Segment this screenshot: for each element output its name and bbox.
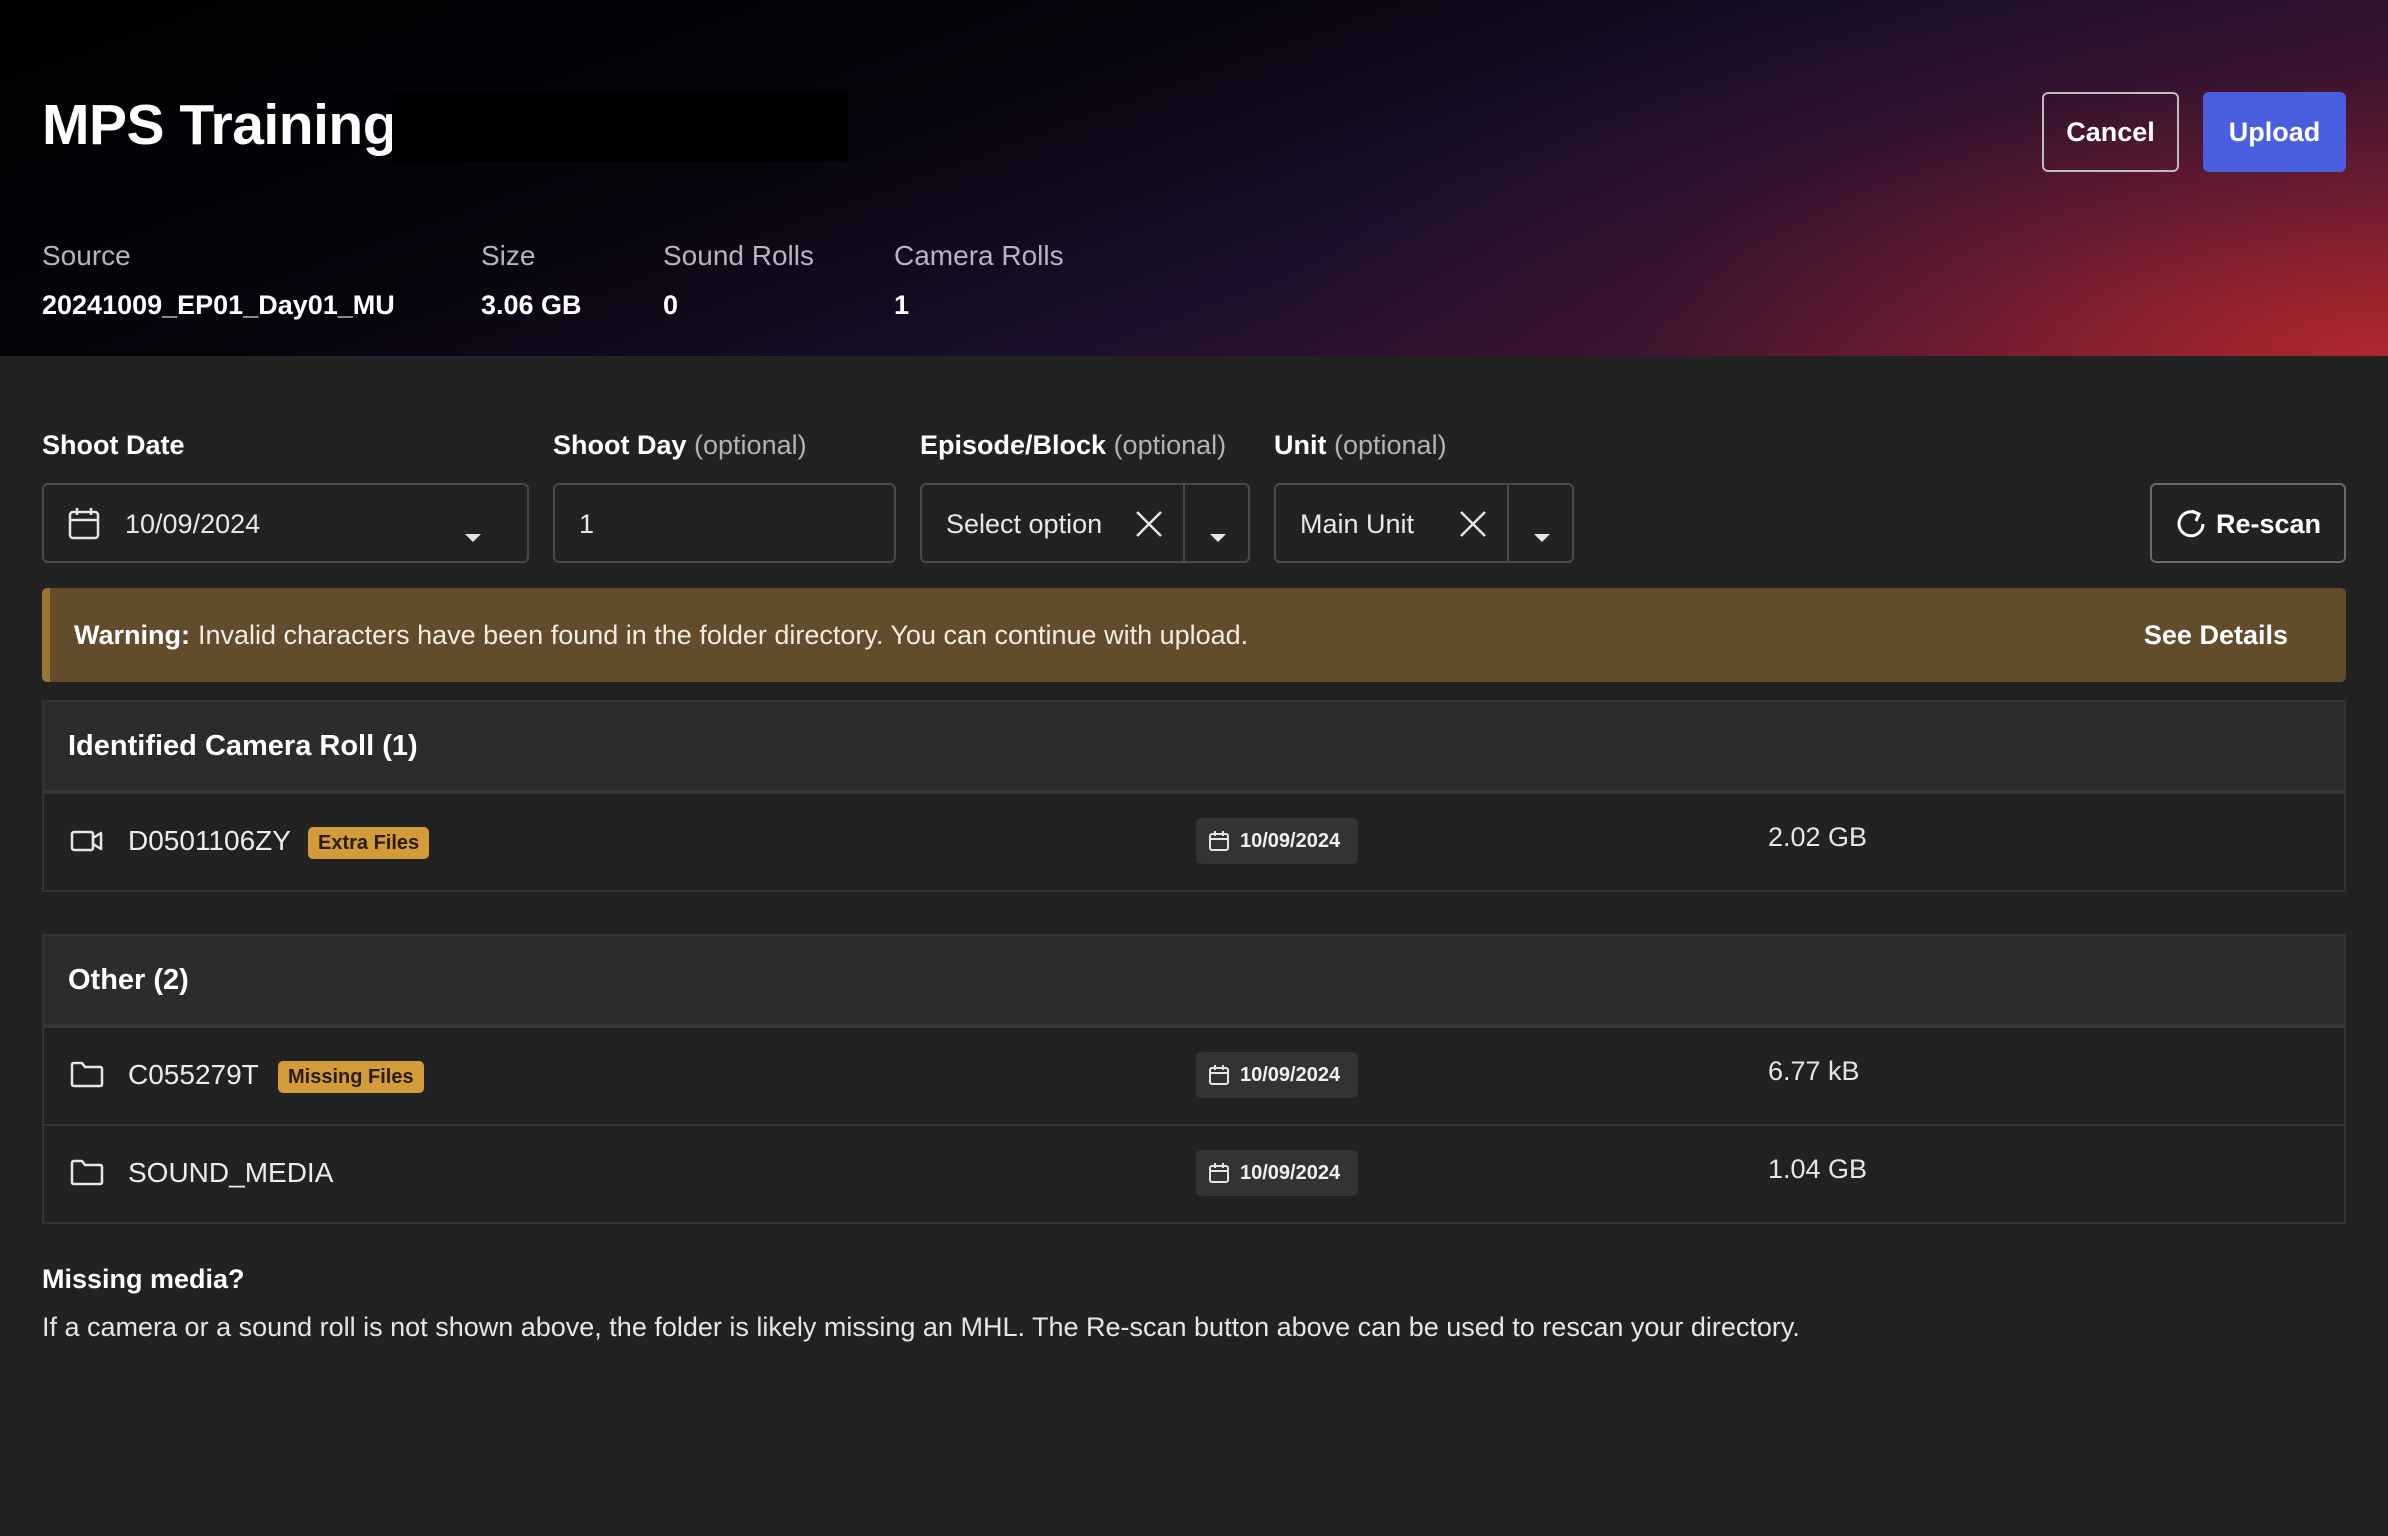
shoot-date-picker[interactable]: 10/09/2024 <box>42 483 529 563</box>
date-value: 10/09/2024 <box>1240 829 1341 852</box>
rescan-button[interactable]: Re-scan <box>2150 483 2346 563</box>
see-details-link[interactable]: See Details <box>2144 620 2288 651</box>
episode-select[interactable]: Select option <box>920 483 1250 563</box>
header-banner: MPS Training Cancel Upload Source 202410… <box>0 0 2388 356</box>
shoot-day-input[interactable]: 1 <box>553 483 896 563</box>
folder-icon <box>70 1158 104 1191</box>
status-badge: Extra Files <box>308 827 430 859</box>
unit-select-value: Main Unit <box>1300 509 1415 539</box>
other-panel: Other (2) C055279T Missing Files 10/09/2… <box>42 934 2346 1224</box>
episode-optional: (optional) <box>1113 430 1227 460</box>
rescan-label: Re-scan <box>2216 509 2322 539</box>
camera-roll-panel: Identified Camera Roll (1) D0501106ZY Ex… <box>42 700 2346 892</box>
select-divider <box>1507 485 1509 561</box>
date-value: 10/09/2024 <box>1240 1063 1341 1086</box>
page-title: MPS Training <box>42 93 398 157</box>
item-name: SOUND_MEDIA <box>128 1157 334 1188</box>
unit-label: Unit (optional) <box>1274 430 1447 461</box>
file-size: 2.02 GB <box>1768 822 1868 852</box>
clear-unit-icon[interactable] <box>1458 509 1488 546</box>
date-value: 10/09/2024 <box>1240 1161 1341 1184</box>
redacted-block <box>392 92 848 162</box>
shoot-day-value: 1 <box>579 509 595 539</box>
meta-camera-rolls-label: Camera Rolls <box>894 240 1064 271</box>
shoot-date-label-text: Shoot Date <box>42 430 185 460</box>
meta-camera-rolls-value: 1 <box>894 290 910 320</box>
file-size: 6.77 kB <box>1768 1056 1860 1086</box>
chevron-down-icon[interactable] <box>1533 519 1551 550</box>
meta-size-label: Size <box>481 240 536 271</box>
date-chip: 10/09/2024 <box>1196 1150 1359 1196</box>
calendar-icon <box>1209 831 1229 851</box>
item-name: C055279T <box>128 1059 259 1090</box>
camera-roll-heading: Identified Camera Roll (1) <box>44 702 2344 792</box>
meta-sound-rolls-value: 0 <box>663 290 679 320</box>
warning-banner: Warning: Invalid characters have been fo… <box>42 588 2346 682</box>
shoot-date-label: Shoot Date <box>42 430 185 461</box>
shoot-day-label: Shoot Day (optional) <box>553 430 807 461</box>
shoot-day-optional: (optional) <box>694 430 807 460</box>
meta-sound-rolls: Sound Rolls 0 <box>663 240 814 321</box>
episode-select-value: Select option <box>946 509 1103 539</box>
meta-size: Size 3.06 GB <box>481 240 582 321</box>
item-name: D0501106ZY <box>128 825 291 856</box>
file-size: 1.04 GB <box>1768 1154 1868 1184</box>
unit-select[interactable]: Main Unit <box>1274 483 1574 563</box>
list-item[interactable]: SOUND_MEDIA 10/09/2024 1.04 GB <box>44 1124 2344 1222</box>
cancel-button[interactable]: Cancel <box>2042 92 2179 172</box>
meta-source-label: Source <box>42 240 131 271</box>
missing-media-heading: Missing media? <box>42 1264 245 1294</box>
episode-label: Episode/Block (optional) <box>920 430 1226 461</box>
calendar-icon <box>68 507 100 548</box>
refresh-icon <box>2174 507 2208 548</box>
unit-optional: (optional) <box>1334 430 1447 460</box>
chevron-down-icon[interactable] <box>1209 519 1227 550</box>
upload-button[interactable]: Upload <box>2203 92 2346 172</box>
shoot-date-value: 10/09/2024 <box>125 509 261 539</box>
meta-camera-rolls: Camera Rolls 1 <box>894 240 1064 321</box>
meta-size-value: 3.06 GB <box>481 290 582 320</box>
chevron-down-icon[interactable] <box>464 519 482 550</box>
missing-media-text: If a camera or a sound roll is not shown… <box>42 1312 1800 1342</box>
clear-episode-icon[interactable] <box>1134 509 1164 546</box>
status-badge: Missing Files <box>278 1061 424 1093</box>
calendar-icon <box>1209 1065 1229 1085</box>
unit-label-text: Unit <box>1274 430 1327 460</box>
shoot-day-label-text: Shoot Day <box>553 430 687 460</box>
meta-sound-rolls-label: Sound Rolls <box>663 240 814 271</box>
folder-icon <box>70 1060 104 1093</box>
meta-source-value: 20241009_EP01_Day01_MU <box>42 290 395 320</box>
warning-label: Warning: <box>74 619 190 650</box>
list-item[interactable]: D0501106ZY Extra Files 10/09/2024 2.02 G… <box>44 792 2344 890</box>
select-divider <box>1183 485 1185 561</box>
meta-source: Source 20241009_EP01_Day01_MU <box>42 240 395 321</box>
date-chip: 10/09/2024 <box>1196 818 1359 864</box>
warning-text: Invalid characters have been found in th… <box>197 619 1249 650</box>
other-heading: Other (2) <box>44 936 2344 1026</box>
video-camera-icon <box>70 826 104 861</box>
date-chip: 10/09/2024 <box>1196 1052 1359 1098</box>
calendar-icon <box>1209 1163 1229 1183</box>
episode-label-text: Episode/Block <box>920 430 1107 460</box>
list-item[interactable]: C055279T Missing Files 10/09/2024 6.77 k… <box>44 1026 2344 1124</box>
